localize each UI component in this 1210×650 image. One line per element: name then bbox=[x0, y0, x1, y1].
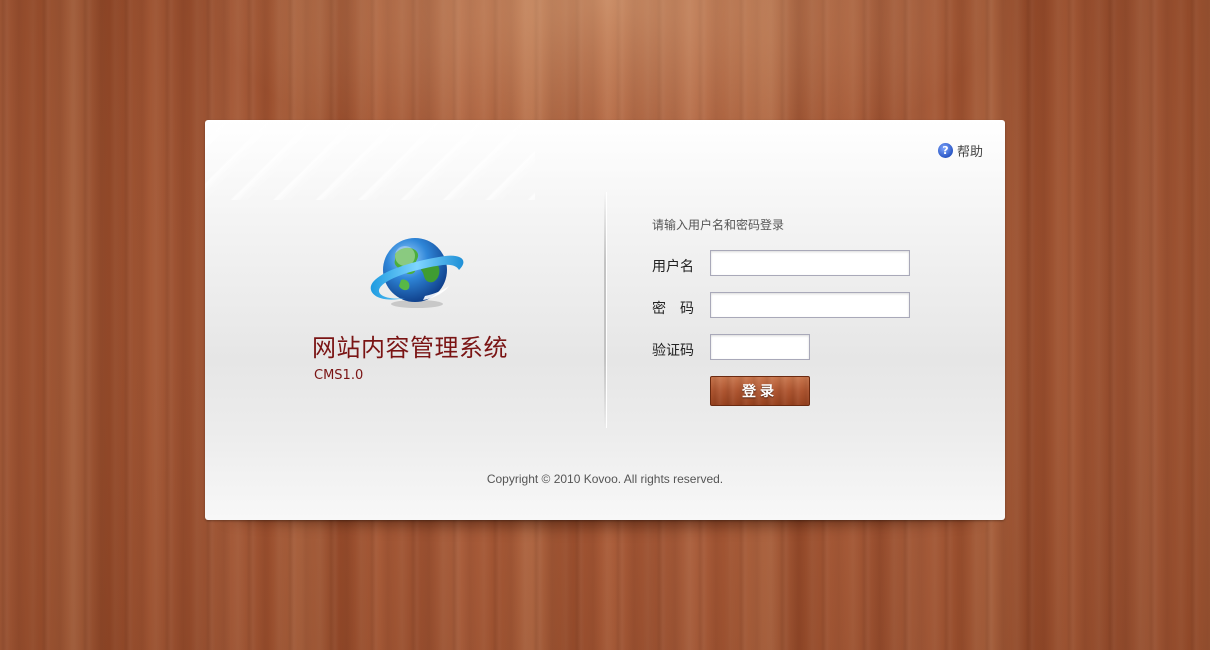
divider bbox=[604, 192, 606, 428]
help-label: 帮助 bbox=[956, 145, 983, 160]
copyright: Copyright © 2010 Kovoo. All rights reser… bbox=[486, 472, 724, 486]
username-input[interactable] bbox=[710, 250, 910, 276]
help-icon: ? bbox=[937, 143, 953, 158]
username-label: 用户名 bbox=[652, 259, 694, 275]
captcha-input[interactable] bbox=[710, 334, 810, 360]
login-hint: 请输入用户名和密码登录 bbox=[652, 218, 785, 232]
help-link[interactable]: ? 帮助 bbox=[937, 141, 983, 160]
panel-shine bbox=[205, 120, 535, 200]
app-title: 网站内容管理系统 bbox=[312, 334, 508, 362]
login-panel: ? 帮助 网站内容管理系统 CMS1.0 请输入用户名和密码登录 用户名 密 码… bbox=[205, 120, 1005, 520]
password-label: 密 码 bbox=[652, 301, 694, 317]
app-version: CMS1.0 bbox=[314, 368, 364, 383]
password-input[interactable] bbox=[710, 292, 910, 318]
captcha-label: 验证码 bbox=[652, 343, 694, 359]
login-button[interactable]: 登录 bbox=[710, 376, 810, 406]
globe-icon bbox=[370, 238, 464, 308]
